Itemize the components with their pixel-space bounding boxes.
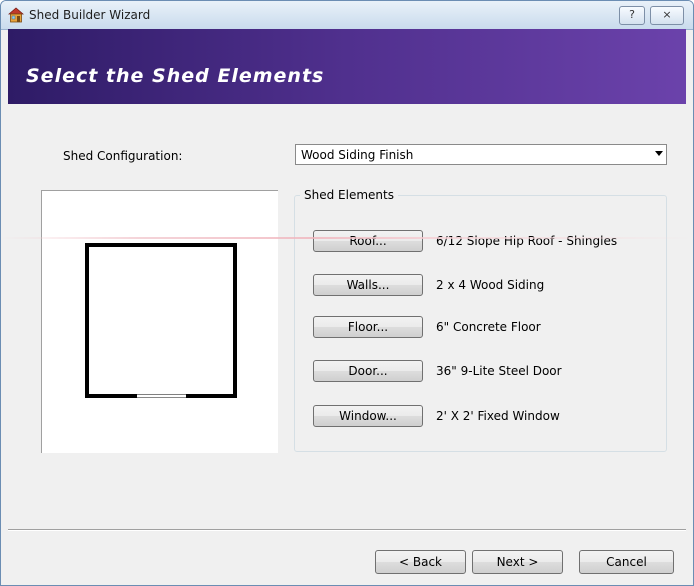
window-value: 2' X 2' Fixed Window xyxy=(436,409,560,423)
floor-value: 6" Concrete Floor xyxy=(436,320,541,334)
walls-value: 2 x 4 Wood Siding xyxy=(436,278,545,292)
back-button[interactable]: < Back xyxy=(375,550,466,574)
render-artifact-line xyxy=(0,237,694,239)
wizard-window: Shed Builder Wizard ? × Select the Shed … xyxy=(0,0,694,586)
shed-preview xyxy=(41,190,278,453)
banner-title: Select the Shed Elements xyxy=(26,65,325,87)
title-bar[interactable]: Shed Builder Wizard ? × xyxy=(1,1,693,30)
help-button[interactable]: ? xyxy=(619,6,645,25)
close-button[interactable]: × xyxy=(650,6,684,25)
help-icon: ? xyxy=(629,8,635,21)
walls-button[interactable]: Walls... xyxy=(313,274,423,296)
floor-button[interactable]: Floor... xyxy=(313,316,423,338)
cancel-button[interactable]: Cancel xyxy=(579,550,674,574)
shed-floorplan-drawing xyxy=(85,243,237,398)
door-value: 36" 9-Lite Steel Door xyxy=(436,364,562,378)
door-button[interactable]: Door... xyxy=(313,360,423,382)
shed-outline xyxy=(85,243,237,398)
window-title: Shed Builder Wizard xyxy=(29,8,151,22)
header-banner: Select the Shed Elements xyxy=(8,29,686,104)
shed-app-icon xyxy=(8,7,24,23)
window-button[interactable]: Window... xyxy=(313,405,423,427)
roof-button[interactable]: Roof... xyxy=(313,230,423,252)
content-area: Shed Configuration: Wood Siding Finish S… xyxy=(8,104,686,529)
shed-configuration-dropdown[interactable]: Wood Siding Finish xyxy=(295,144,667,165)
shed-configuration-label: Shed Configuration: xyxy=(63,149,183,163)
shed-elements-title: Shed Elements xyxy=(300,188,398,202)
shed-configuration-value: Wood Siding Finish xyxy=(301,148,414,162)
footer-separator xyxy=(8,529,686,531)
chevron-down-icon[interactable] xyxy=(655,151,663,156)
close-icon: × xyxy=(662,8,672,21)
next-button[interactable]: Next > xyxy=(472,550,563,574)
